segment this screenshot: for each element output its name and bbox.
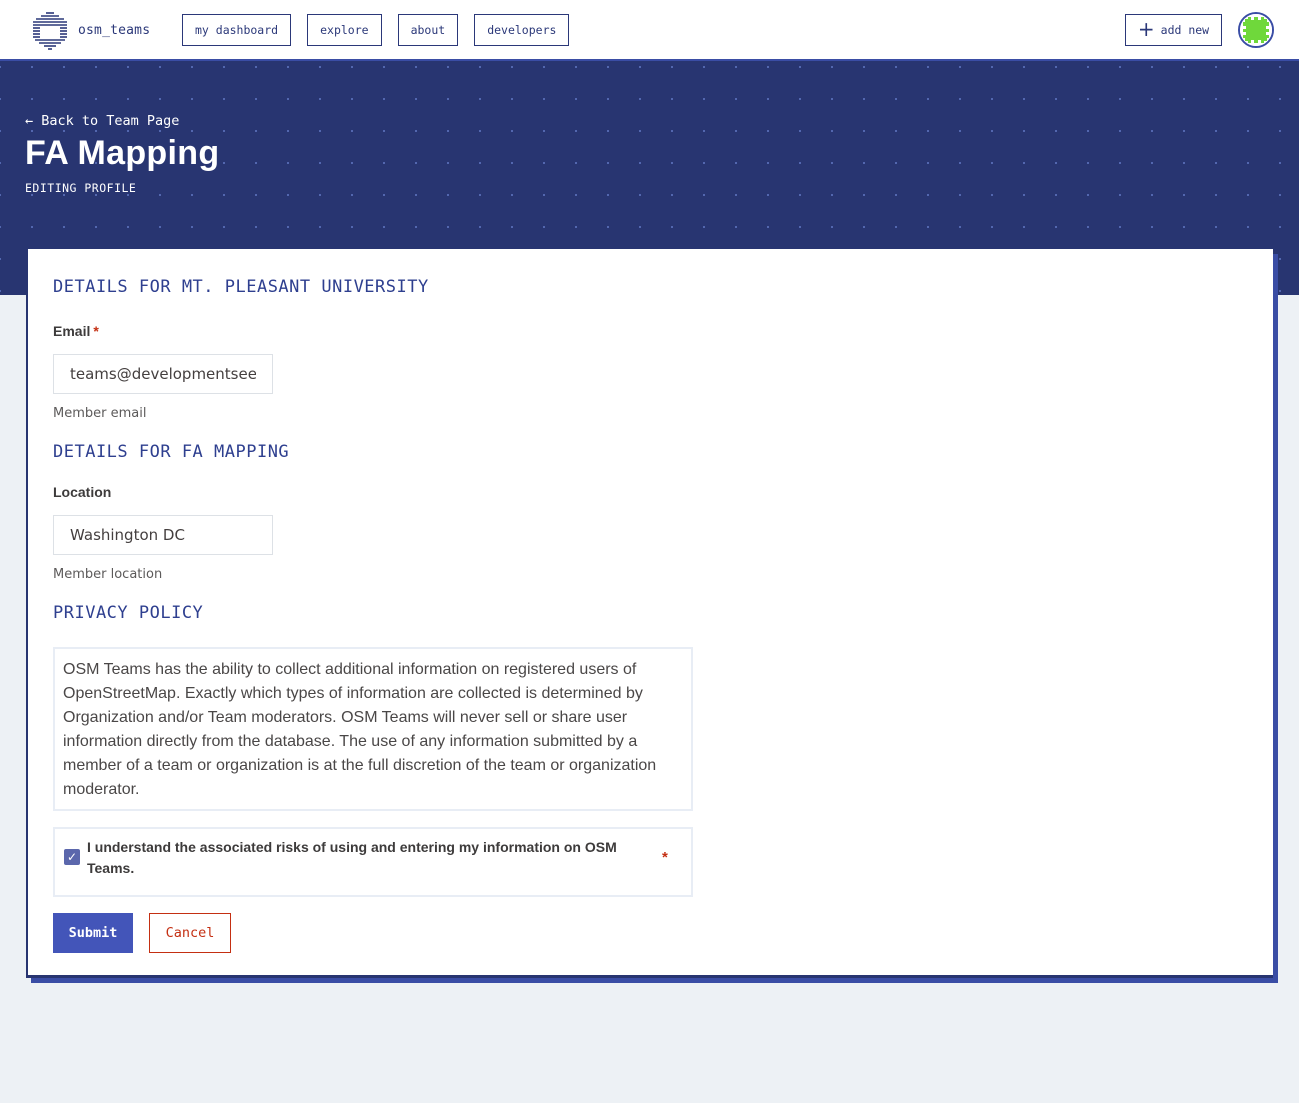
top-navigation-bar: osm_teams my dashboard explore about dev… — [0, 0, 1299, 61]
privacy-policy-heading: PRIVACY POLICY — [53, 603, 204, 623]
location-help-text: Member location — [53, 567, 163, 582]
main-nav: my dashboard explore about developers — [182, 14, 570, 46]
add-new-button[interactable]: + add new — [1125, 14, 1222, 46]
team-details-heading: DETAILS FOR FA MAPPING — [53, 442, 290, 462]
nav-explore[interactable]: explore — [307, 14, 382, 46]
email-help-text: Member email — [53, 406, 147, 421]
osm-teams-logo-icon — [32, 10, 68, 50]
cancel-button[interactable]: Cancel — [149, 913, 231, 953]
required-asterisk-icon: * — [93, 323, 99, 339]
nav-my-dashboard[interactable]: my dashboard — [182, 14, 292, 46]
location-input[interactable] — [53, 515, 273, 555]
brand-name: osm_teams — [78, 22, 151, 38]
identicon-avatar-icon — [1240, 14, 1272, 46]
page-subtitle: EDITING PROFILE — [25, 181, 137, 195]
email-input[interactable] — [53, 354, 273, 394]
agreement-label[interactable]: I understand the associated risks of usi… — [87, 837, 647, 879]
email-label: Email * — [53, 323, 99, 339]
org-details-heading: DETAILS FOR MT. PLEASANT UNIVERSITY — [53, 277, 429, 297]
checkmark-icon: ✓ — [66, 850, 78, 864]
edit-profile-form: DETAILS FOR MT. PLEASANT UNIVERSITY Emai… — [26, 249, 1273, 978]
location-label: Location — [53, 484, 112, 500]
agreement-checkbox[interactable]: ✓ — [64, 849, 80, 865]
brand-home-link[interactable]: osm_teams — [28, 7, 150, 53]
add-new-label: add new — [1160, 23, 1210, 37]
submit-button[interactable]: Submit — [53, 913, 133, 953]
plus-icon: + — [1137, 17, 1155, 41]
required-asterisk-icon: * — [662, 849, 668, 866]
user-avatar[interactable] — [1238, 12, 1274, 48]
privacy-agreement: ✓ I understand the associated risks of u… — [53, 827, 693, 897]
back-to-team-link[interactable]: ← Back to Team Page — [25, 113, 179, 129]
email-label-text: Email — [53, 323, 91, 339]
privacy-policy-text: OSM Teams has the ability to collect add… — [53, 647, 693, 811]
nav-developers[interactable]: developers — [474, 14, 570, 46]
page-title: FA Mapping — [25, 134, 220, 172]
nav-about[interactable]: about — [397, 14, 459, 46]
